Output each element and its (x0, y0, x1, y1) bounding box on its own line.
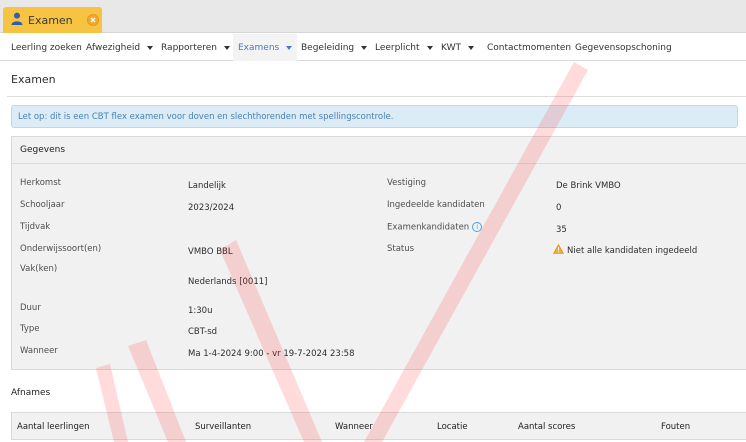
nav-label: KWT (441, 42, 461, 53)
value-duur: 1:30u (188, 306, 213, 316)
nav-leerling-zoeken[interactable]: Leerling zoeken (11, 34, 82, 61)
info-icon[interactable]: i (472, 222, 483, 232)
afnames-table-header: Aantal leerlingen Surveillanten Wanneer … (11, 412, 746, 440)
nav-rapporteren[interactable]: Rapporteren (161, 34, 231, 61)
main-nav: Leerling zoeken Afwezigheid Rapporteren … (0, 34, 746, 61)
label-status: Status (387, 244, 415, 254)
label-tijdvak: Tijdvak (20, 222, 51, 232)
value-status-text: Niet alle kandidaten ingedeeld (567, 246, 698, 256)
value-vakken: Nederlands [0011] (188, 277, 268, 287)
column-header-wanneer[interactable]: Wanneer (335, 422, 373, 432)
column-header-fouten[interactable]: Fouten (661, 422, 690, 432)
nav-label: Begeleiding (301, 42, 355, 53)
nav-examens[interactable]: Examens (233, 34, 298, 61)
nav-leerplicht[interactable]: Leerplicht (375, 34, 433, 61)
gegevens-panel: Gegevens Herkomst Schooljaar Tijdvak Ond… (11, 136, 746, 370)
label-vakken: Vak(ken) (20, 264, 58, 274)
label-ingedeelde-kandidaten: Ingedeelde kandidaten (387, 200, 485, 210)
value-type: CBT-sd (188, 327, 218, 337)
label-onderwijssoort: Onderwijssoort(en) (20, 244, 102, 254)
column-header-surveillanten[interactable]: Surveillanten (195, 422, 251, 432)
nav-contactmomenten[interactable]: Contactmomenten (487, 34, 571, 61)
nav-label: Leerling zoeken (11, 42, 82, 53)
nav-kwt[interactable]: KWT (441, 34, 474, 61)
label-duur: Duur (20, 303, 41, 313)
panel-title: Gegevens (20, 145, 66, 155)
label-schooljaar: Schooljaar (20, 200, 65, 210)
divider (7, 96, 746, 97)
nav-label: Gegevensopschoning (575, 42, 672, 53)
label-examenkandidaten: Examenkandidaten i (387, 222, 483, 233)
caret-down-icon (147, 45, 154, 50)
label-vestiging: Vestiging (387, 178, 427, 188)
info-banner-text: Let op: dit is een CBT flex examen voor … (18, 111, 394, 122)
section-title-afnames: Afnames (11, 388, 51, 398)
label-examenkandidaten-text: Examenkandidaten (387, 222, 470, 233)
close-icon[interactable] (86, 14, 99, 26)
nav-afwezigheid[interactable]: Afwezigheid (86, 34, 154, 61)
user-icon (11, 12, 23, 28)
page-title: Examen (11, 73, 56, 86)
tab-label: Examen (28, 13, 73, 27)
value-onderwijssoort: VMBO BBL (188, 247, 233, 257)
value-wanneer: Ma 1-4-2024 9:00 - vr 19-7-2024 23:58 (188, 349, 355, 359)
caret-down-icon (426, 45, 433, 50)
column-header-locatie[interactable]: Locatie (437, 422, 468, 432)
caret-down-icon (224, 45, 231, 50)
value-examenkandidaten: 35 (556, 225, 567, 235)
value-schooljaar: 2023/2024 (188, 203, 235, 213)
label-type: Type (20, 324, 40, 334)
caret-down-icon (361, 45, 368, 50)
nav-label: Afwezigheid (86, 42, 141, 53)
tab-examen[interactable]: Examen (3, 7, 102, 33)
value-status: Niet alle kandidaten ingedeeld (552, 243, 698, 257)
nav-label: Leerplicht (375, 42, 420, 53)
warning-icon (552, 243, 565, 257)
value-ingedeelde-kandidaten: 0 (556, 203, 562, 213)
info-banner: Let op: dit is een CBT flex examen voor … (11, 105, 738, 128)
nav-label: Rapporteren (161, 42, 218, 53)
value-vestiging: De Brink VMBO (556, 181, 621, 191)
nav-gegevensopschoning[interactable]: Gegevensopschoning (575, 34, 672, 61)
label-wanneer: Wanneer (20, 346, 58, 356)
caret-down-icon (286, 45, 293, 50)
panel-header: Gegevens (12, 137, 746, 163)
value-herkomst: Landelijk (188, 181, 226, 191)
column-header-aantal-scores[interactable]: Aantal scores (518, 422, 575, 432)
divider (12, 163, 746, 164)
nav-label: Examens (238, 42, 280, 53)
label-herkomst: Herkomst (20, 178, 61, 188)
nav-begeleiding[interactable]: Begeleiding (301, 34, 368, 61)
tab-bar: Examen (0, 0, 746, 33)
column-header-aantal-leerlingen[interactable]: Aantal leerlingen (17, 422, 89, 432)
nav-label: Contactmomenten (487, 42, 572, 53)
caret-down-icon (467, 45, 474, 50)
